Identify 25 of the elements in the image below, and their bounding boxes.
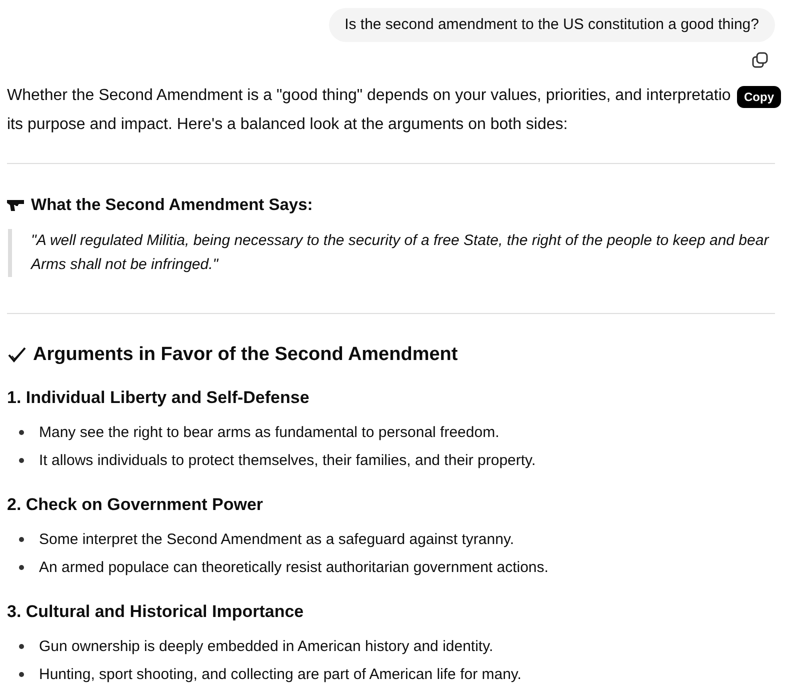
bullet-icon [19, 644, 24, 648]
bullet-text: Some interpret the Second Amendment as a safeguard against tyranny. [39, 530, 514, 548]
bullet-text: Gun ownership is deeply embedded in American history and identity. [39, 638, 494, 654]
bullet-text: It allows individuals to protect themselves, their families, and their property. [39, 452, 536, 468]
bullet-icon [19, 564, 24, 570]
bullet-text: Many see the right to bear arms as fundamental to personal freedom. [39, 424, 500, 440]
bullet-icon [19, 536, 24, 542]
bullet-text: Hunting, sport shooting, and collecting are part of American life for many. [39, 666, 522, 682]
point-heading: 2. Check on Government Power [7, 495, 264, 515]
section-heading: Arguments in Favor of the Second Amendment [33, 344, 458, 366]
bullet-icon [19, 672, 24, 676]
point-heading: 1. Individual Liberty and Self-Defense [7, 388, 310, 408]
bullet-text: An armed populace can theoretically resist authoritarian government actions. [39, 558, 548, 576]
bullet-icon [19, 458, 24, 462]
section-heading: What the Second Amendment Says: [31, 196, 313, 215]
copy-icon[interactable] [751, 51, 769, 69]
point-heading: 3. Cultural and Historical Importance [7, 602, 305, 622]
pistol-icon [7, 199, 25, 212]
paragraph-line: Whether the Second Amendment is a "good thing" depends on your values, priorities, and interpretatio [7, 86, 731, 106]
user-message: Is the second amendment to the US constitution a good thing? [328, 8, 775, 42]
paragraph-line: its purpose and impact. Here's a balanced look at the arguments on both sides: [7, 115, 568, 135]
copy-tooltip: Copy [737, 86, 781, 108]
bullet-icon [19, 430, 24, 434]
check-icon [7, 346, 27, 364]
quote: "A well regulated Militia, being necessary to the security of a free State, the right of the people to keep and bear Arms shall not be infringed." [8, 229, 775, 277]
